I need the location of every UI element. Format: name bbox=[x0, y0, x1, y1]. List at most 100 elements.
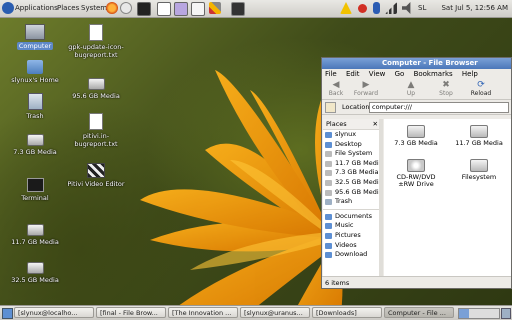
sidebar-item-label: Download bbox=[335, 250, 368, 259]
sidebar-item-media-7[interactable]: 7.3 GB Media bbox=[323, 168, 382, 178]
menu-applications[interactable]: Applications bbox=[15, 4, 58, 12]
sidebar-item-media-95[interactable]: 95.6 GB Media bbox=[323, 188, 383, 198]
drive-icon bbox=[26, 224, 44, 236]
menu-file[interactable]: File bbox=[325, 70, 337, 78]
back-label: Back bbox=[328, 90, 344, 97]
screenshot-icon[interactable] bbox=[157, 2, 171, 16]
sidebar-item-documents[interactable]: Documents bbox=[323, 212, 382, 222]
home-folder-icon bbox=[325, 132, 332, 138]
menu-system[interactable]: System bbox=[81, 4, 107, 12]
places-header[interactable]: Places ✕ bbox=[323, 119, 382, 130]
stop-button[interactable]: ✖ Stop bbox=[432, 80, 460, 97]
folder-icon bbox=[325, 242, 332, 249]
drive-icon bbox=[325, 179, 332, 186]
file-item-filesystem[interactable]: Filesystem bbox=[454, 159, 504, 181]
desktop-icon-computer[interactable]: Computer bbox=[5, 24, 65, 50]
sidebar-item-media-11[interactable]: 11.7 GB Media bbox=[323, 159, 383, 169]
sidebar-item-trash[interactable]: Trash bbox=[323, 197, 382, 207]
sidebar-item-label: slynux bbox=[335, 130, 357, 138]
terminal-launcher-icon[interactable] bbox=[137, 2, 151, 16]
desktop-icon-media-32[interactable]: 32.5 GB Media bbox=[5, 262, 65, 284]
menu-places[interactable]: Places bbox=[57, 4, 79, 12]
menu-edit[interactable]: Edit bbox=[346, 70, 360, 78]
show-desktop-icon[interactable] bbox=[2, 308, 13, 319]
task-terminal-2[interactable]: [slynux@uranus... bbox=[240, 307, 310, 318]
window-toolbar: ◀ Back ▶ Forward ▲ Up ✖ Stop ⟳ Reload bbox=[322, 79, 511, 100]
menu-go[interactable]: Go bbox=[395, 70, 405, 78]
forward-button[interactable]: ▶ Forward bbox=[352, 80, 380, 97]
home-folder-icon bbox=[27, 60, 43, 74]
desktop-icon-terminal[interactable]: Terminal bbox=[5, 178, 65, 202]
edit-location-icon[interactable] bbox=[325, 102, 336, 113]
text-editor-icon[interactable] bbox=[191, 2, 205, 16]
sidebar-item-label: Documents bbox=[335, 211, 373, 220]
window-titlebar[interactable]: Computer - File Browser bbox=[322, 58, 511, 69]
desktop-icon-label: 95.6 GB Media bbox=[72, 92, 120, 100]
task-computer-browser[interactable]: Computer - File ... bbox=[384, 307, 454, 318]
pidgin-icon[interactable] bbox=[120, 2, 132, 14]
folder-icon bbox=[325, 223, 332, 230]
network-signal-icon[interactable] bbox=[385, 2, 397, 14]
sidebar-item-desktop[interactable]: Desktop bbox=[323, 140, 382, 150]
desktop-icon-pitivi-bugreport[interactable]: pitivi.in-bugreport.txt bbox=[66, 113, 126, 148]
desktop-icon-media-7[interactable]: 7.3 GB Media bbox=[5, 134, 65, 156]
sidebar-item-pictures[interactable]: Pictures bbox=[323, 231, 382, 241]
task-innovation[interactable]: [The Innovation ... bbox=[168, 307, 238, 318]
fedora-logo-icon[interactable] bbox=[2, 2, 14, 14]
up-button[interactable]: ▲ Up bbox=[397, 80, 425, 97]
panel-clock[interactable]: Sat Jul 5, 12:56 AM bbox=[441, 4, 508, 12]
trash-applet-icon[interactable] bbox=[501, 308, 511, 319]
location-label: Location: bbox=[342, 103, 372, 111]
sidebar-item-label: Desktop bbox=[335, 139, 362, 148]
file-browser-window: Computer - File Browser File Edit View G… bbox=[321, 57, 512, 289]
workspace-switcher[interactable] bbox=[458, 308, 500, 319]
menu-view[interactable]: View bbox=[369, 70, 386, 78]
sidebar-item-videos[interactable]: Videos bbox=[323, 241, 382, 251]
sidebar-scrollbar[interactable] bbox=[379, 119, 383, 276]
sidebar-item-label: Trash bbox=[335, 197, 353, 206]
sidebar-item-filesystem[interactable]: File System bbox=[323, 149, 382, 159]
desktop-icon-media-11[interactable]: 11.7 GB Media bbox=[5, 224, 65, 246]
task-final-browser[interactable]: [final - File Brow... bbox=[96, 307, 166, 318]
sidebar-item-label: Pictures bbox=[335, 230, 361, 239]
notes-icon[interactable] bbox=[174, 2, 188, 16]
task-downloads[interactable]: [Downloads] bbox=[312, 307, 382, 318]
desktop-icon-gpk-bugreport[interactable]: gpk-update-icon-bugreport.txt bbox=[66, 24, 126, 59]
volume-icon[interactable] bbox=[402, 2, 411, 14]
bluetooth-icon[interactable] bbox=[373, 2, 380, 14]
file-item-optical-drive[interactable]: CD-RW/DVD ±RW Drive bbox=[391, 159, 441, 188]
file-item-label: 7.3 GB Media bbox=[394, 139, 438, 147]
location-input[interactable]: computer:/// bbox=[369, 102, 509, 113]
sidebar-item-music[interactable]: Music bbox=[323, 221, 382, 231]
back-button[interactable]: ◀ Back bbox=[322, 80, 350, 97]
keyboard-layout-indicator[interactable]: SL bbox=[418, 4, 426, 12]
desktop-icon-label: Trash bbox=[26, 112, 44, 120]
firefox-icon[interactable] bbox=[106, 2, 118, 14]
drive-icon bbox=[325, 151, 332, 158]
menu-help[interactable]: Help bbox=[462, 70, 478, 78]
drive-icon bbox=[26, 134, 44, 146]
sidebar-divider bbox=[323, 208, 382, 210]
trash-icon bbox=[27, 93, 43, 110]
desktop-icon-trash[interactable]: Trash bbox=[5, 93, 65, 120]
update-notification-icon[interactable] bbox=[340, 2, 352, 14]
desktop-icon-home[interactable]: slynux's Home bbox=[5, 60, 65, 84]
menu-bookmarks[interactable]: Bookmarks bbox=[414, 70, 453, 78]
sidebar-item-label: Videos bbox=[335, 240, 357, 249]
sidebar-item-media-32[interactable]: 32.5 GB Media bbox=[323, 178, 383, 188]
desktop-icon-media-95[interactable]: 95.6 GB Media bbox=[66, 78, 126, 100]
sidebar-item-download[interactable]: Download bbox=[323, 250, 382, 260]
file-item-media-7[interactable]: 7.3 GB Media bbox=[391, 125, 441, 147]
file-view: 7.3 GB Media 11.7 GB Media CD-RW/DVD ±RW… bbox=[384, 119, 511, 276]
monitor-icon[interactable] bbox=[231, 2, 245, 16]
close-sidebar-icon[interactable]: ✕ bbox=[373, 119, 378, 129]
desktop-icon-pitivi[interactable]: Pitivi Video Editor bbox=[66, 163, 126, 188]
updates-badge-icon[interactable] bbox=[358, 4, 367, 13]
status-bar: 6 items bbox=[322, 276, 511, 288]
file-item-media-11[interactable]: 11.7 GB Media bbox=[454, 125, 504, 147]
reload-button[interactable]: ⟳ Reload bbox=[467, 80, 495, 97]
sidebar-item-slynux[interactable]: slynux bbox=[323, 130, 382, 140]
task-terminal-1[interactable]: [slynux@localho... bbox=[14, 307, 94, 318]
location-bar: Location: computer:/// bbox=[322, 100, 511, 115]
tools-icon[interactable] bbox=[209, 2, 221, 14]
